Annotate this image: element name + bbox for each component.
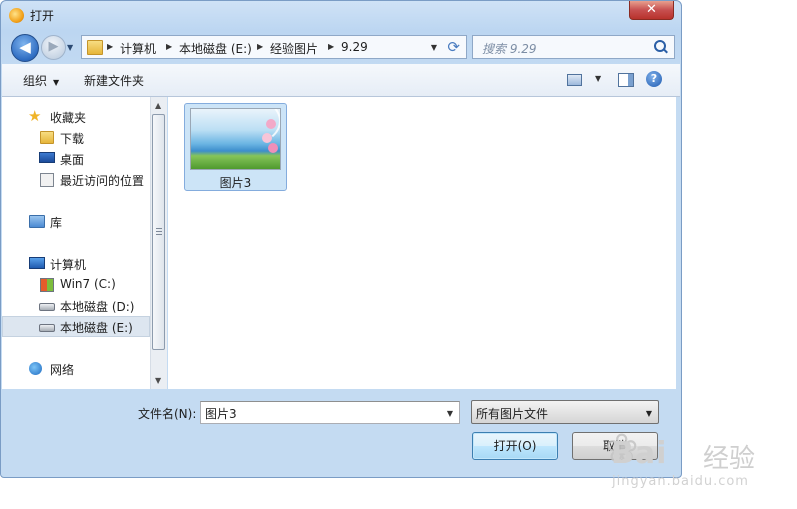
filename-value: 图片3 (205, 407, 237, 421)
search-icon[interactable] (654, 40, 666, 52)
organize-label: 组织 (23, 74, 48, 88)
breadcrumb-separator-icon[interactable]: ▶ (257, 42, 263, 51)
downloads-folder-icon (40, 131, 54, 144)
close-button[interactable]: ✕ (629, 1, 674, 20)
desktop-icon (39, 152, 55, 163)
sidebar-item-drive-c[interactable]: Win7 (C:) (2, 274, 150, 295)
library-icon (29, 215, 45, 228)
navigation-pane: ★ 收藏夹 下载 桌面 最近访问的位置 库 计算机 Win7 (C:) 本地磁盘… (2, 97, 150, 389)
sidebar-item-label: 库 (50, 216, 63, 230)
sidebar-item-label: 本地磁盘 (E:) (60, 321, 133, 335)
search-input[interactable]: 搜索 9.29 (482, 40, 537, 57)
sidebar-item-downloads[interactable]: 下载 (2, 127, 150, 148)
sidebar-item-label: 收藏夹 (50, 111, 87, 125)
view-options-dropdown-icon[interactable]: ▼ (595, 74, 601, 83)
network-icon (29, 362, 42, 375)
app-icon (9, 8, 24, 23)
scrollbar-thumb[interactable] (152, 114, 165, 350)
file-type-select[interactable]: 所有图片文件 ▼ (471, 400, 659, 424)
navigation-pane-scrollbar[interactable]: ▲ ▼ (150, 97, 167, 389)
new-folder-button[interactable]: 新建文件夹 (84, 72, 144, 89)
image-thumbnail (190, 108, 281, 170)
search-box[interactable]: 搜索 9.29 (472, 35, 675, 59)
open-file-dialog: 打开 ✕ ◀ ▶ ▼ ▶ 计算机 ▶ 本地磁盘 (E:) ▶ 经验图片 ▶ 9.… (0, 0, 682, 478)
sidebar-item-label: 计算机 (50, 258, 87, 272)
filename-field[interactable]: 图片3 ▼ (200, 401, 460, 424)
sidebar-item-network[interactable]: 网络 (2, 358, 150, 379)
sidebar-item-label: 本地磁盘 (D:) (60, 300, 135, 314)
watermark-brand-cn: 经验 (703, 444, 756, 474)
scroll-down-icon[interactable]: ▼ (155, 376, 161, 385)
organize-button[interactable]: 组织 ▼ (23, 72, 59, 89)
breadcrumb-separator-icon[interactable]: ▶ (328, 42, 334, 51)
breadcrumb-current[interactable]: 9.29 (341, 40, 368, 54)
breadcrumb-folder[interactable]: 经验图片 (270, 40, 318, 57)
breadcrumb-separator-icon[interactable]: ▶ (107, 42, 113, 51)
navigation-bar: ◀ ▶ ▼ ▶ 计算机 ▶ 本地磁盘 (E:) ▶ 经验图片 ▶ 9.29 ▼ … (1, 31, 681, 63)
file-type-value: 所有图片文件 (476, 407, 549, 421)
watermark-url: jingyan.baidu.com (612, 474, 749, 489)
sidebar-item-label: 桌面 (60, 153, 85, 167)
drive-icon (39, 324, 55, 332)
back-button[interactable]: ◀ (11, 34, 39, 62)
file-list-pane[interactable]: 图片3 (168, 97, 676, 389)
help-icon[interactable]: ? (646, 71, 662, 87)
open-button[interactable]: 打开(O) (472, 432, 558, 460)
command-bar: 组织 ▼ 新建文件夹 ▼ ? (2, 64, 680, 97)
sidebar-item-label: Win7 (C:) (60, 277, 116, 291)
sidebar-item-computer[interactable]: 计算机 (2, 253, 150, 274)
filename-label: 文件名(N): (138, 407, 197, 421)
sidebar-item-desktop[interactable]: 桌面 (2, 148, 150, 169)
breadcrumb-drive-e[interactable]: 本地磁盘 (E:) (179, 40, 252, 57)
window-title: 打开 (30, 9, 55, 23)
baidu-jingyan-watermark: ❀ Bai 经验 (605, 422, 785, 474)
preview-pane-icon[interactable] (618, 73, 634, 87)
computer-icon (29, 257, 45, 269)
file-item[interactable]: 图片3 (184, 103, 287, 191)
grip-icon (156, 228, 162, 235)
address-dropdown-icon[interactable]: ▼ (431, 43, 437, 52)
forward-button[interactable]: ▶ (41, 35, 66, 60)
sidebar-item-recent-places[interactable]: 最近访问的位置 (2, 169, 150, 190)
drive-icon (39, 303, 55, 311)
filename-history-dropdown-icon[interactable]: ▼ (447, 409, 453, 418)
chevron-down-icon: ▼ (645, 409, 652, 418)
sidebar-item-label: 网络 (50, 363, 75, 377)
sidebar-item-favorites[interactable]: ★ 收藏夹 (2, 106, 150, 127)
sidebar-item-label: 下载 (60, 132, 85, 146)
sidebar-item-label: 最近访问的位置 (60, 174, 145, 188)
recent-pages-dropdown-icon[interactable]: ▼ (67, 43, 73, 52)
chevron-down-icon: ▼ (53, 78, 60, 87)
sidebar-item-libraries[interactable]: 库 (2, 211, 150, 232)
scroll-up-icon[interactable]: ▲ (155, 101, 161, 110)
sidebar-item-drive-d[interactable]: 本地磁盘 (D:) (2, 295, 150, 316)
recent-places-icon (40, 173, 54, 187)
file-name-label: 图片3 (219, 176, 252, 190)
change-view-icon[interactable] (567, 74, 582, 86)
refresh-icon[interactable]: ⟳ (447, 38, 460, 56)
sidebar-item-drive-e[interactable]: 本地磁盘 (E:) (2, 316, 150, 337)
windows-drive-icon (40, 278, 54, 292)
breadcrumb-computer[interactable]: 计算机 (120, 40, 156, 57)
watermark-brand: Bai (611, 436, 668, 471)
address-bar[interactable]: ▶ 计算机 ▶ 本地磁盘 (E:) ▶ 经验图片 ▶ 9.29 ▼ ⟳ (81, 35, 467, 59)
folder-icon (87, 40, 103, 55)
title-bar[interactable]: 打开 ✕ (1, 1, 681, 29)
star-icon: ★ (28, 107, 42, 125)
breadcrumb-separator-icon[interactable]: ▶ (166, 42, 172, 51)
